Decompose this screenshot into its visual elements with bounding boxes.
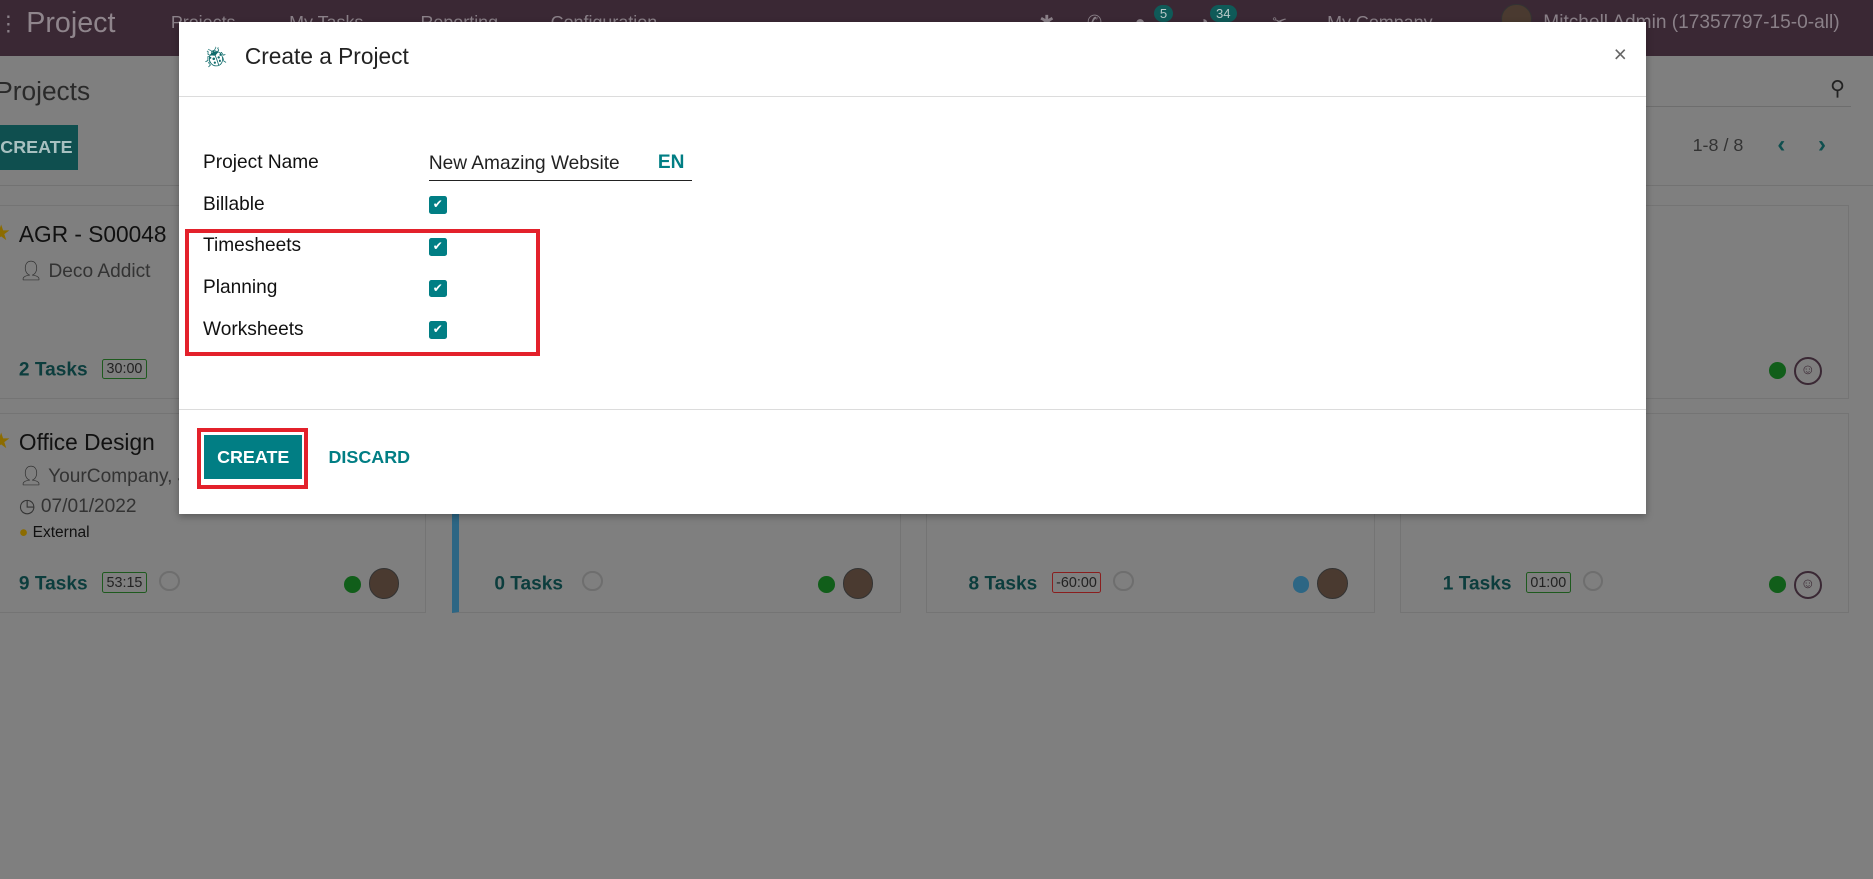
hours-badge: 01:00 <box>1525 572 1571 593</box>
tasks-summary[interactable]: 0 Tasks <box>494 570 603 595</box>
tasks-count: 9 <box>18 573 30 595</box>
pager-value[interactable]: 1-8 / 8 <box>1693 135 1744 156</box>
project-date: ◷ 07/01/2022 <box>19 494 137 518</box>
smile-icon: ☺ <box>1793 356 1822 385</box>
avatar <box>842 567 874 599</box>
bug-icon: 🐞︎ <box>203 47 229 70</box>
close-icon[interactable]: × <box>1614 41 1627 68</box>
tasks-count: 2 <box>18 359 30 381</box>
project-title: AGR - S00048 <box>18 220 167 247</box>
project-title: Office Design <box>18 428 155 455</box>
favorite-star-icon[interactable]: ★ <box>0 429 11 454</box>
avatar <box>368 567 400 599</box>
tasks-label: Tasks <box>1458 573 1512 595</box>
clock-icon[interactable] <box>158 570 180 592</box>
hours-badge: 30:00 <box>101 358 147 380</box>
tasks-count: 8 <box>968 573 980 595</box>
project-customer: 👤︎ YourCompany, J <box>19 464 187 488</box>
search-icon[interactable]: ⚲ <box>1830 76 1845 101</box>
messages-badge: 5 <box>1153 4 1174 23</box>
avatar <box>1316 567 1348 599</box>
app-root: ⋮ Project Projects My Tasks Reporting Co… <box>0 0 1873 879</box>
status-dot[interactable] <box>1769 362 1786 379</box>
dialog-footer-divider <box>179 408 1647 410</box>
project-customer: 👤︎ Deco Addict <box>19 259 151 283</box>
date-value: 07/01/2022 <box>40 496 137 518</box>
project-tag: ● External <box>19 524 90 542</box>
tasks-count: 1 <box>1442 573 1454 595</box>
hours-badge: 53:15 <box>101 572 147 593</box>
dialog-header: 🐞︎ Create a Project × <box>179 22 1647 97</box>
tag-dot-icon: ● <box>18 524 33 542</box>
dialog-title: Create a Project <box>244 43 409 69</box>
status-dot[interactable] <box>344 575 361 593</box>
tasks-label: Tasks <box>984 573 1038 595</box>
clock-icon: ◷ <box>18 496 41 518</box>
tasks-summary[interactable]: 8 Tasks -60:00 <box>968 570 1135 595</box>
create-project-button[interactable]: CREATE <box>0 125 78 170</box>
app-name[interactable]: Project <box>26 7 115 40</box>
favorite-star-icon[interactable]: ★ <box>0 221 11 246</box>
clock-icon[interactable] <box>1582 570 1604 592</box>
hours-badge: -60:00 <box>1051 572 1102 593</box>
tasks-summary[interactable]: 9 Tasks 53:15 <box>18 570 180 595</box>
breadcrumb-title: Projects <box>0 76 91 107</box>
customer-name: YourCompany, J <box>48 466 188 488</box>
language-button[interactable]: EN <box>658 152 685 174</box>
tag-label: External <box>32 524 90 542</box>
create-project-dialog: 🐞︎ Create a Project × Project Name New A… <box>179 21 1647 514</box>
tasks-label: Tasks <box>510 573 564 595</box>
person-icon: 👤︎ <box>18 261 49 282</box>
tasks-summary[interactable]: 1 Tasks 01:00 <box>1442 570 1604 595</box>
tasks-count: 0 <box>494 573 505 595</box>
pager-prev-icon[interactable]: ‹ <box>1777 131 1785 159</box>
tasks-summary[interactable]: 2 Tasks 30:00 <box>18 358 147 382</box>
project-name-value: New Amazing Website <box>428 152 620 174</box>
billable-checkbox[interactable]: ✔ <box>428 195 447 214</box>
customer-name: Deco Addict <box>48 261 151 282</box>
highlight-box <box>185 229 540 356</box>
pager-next-icon[interactable]: › <box>1818 131 1826 159</box>
search-input[interactable] <box>1646 106 1852 108</box>
smile-icon: ☺ <box>1793 570 1822 599</box>
project-name-input[interactable]: New Amazing Website EN <box>428 151 692 182</box>
status-dot[interactable] <box>1769 575 1786 593</box>
apps-menu-icon[interactable]: ⋮ <box>0 12 19 37</box>
person-icon: 👤︎ <box>18 466 49 488</box>
project-name-label: Project Name <box>203 151 319 173</box>
clock-icon[interactable] <box>1113 570 1135 592</box>
status-dot[interactable] <box>818 575 836 593</box>
status-dot[interactable] <box>1292 575 1310 593</box>
activities-badge: 34 <box>1210 4 1237 23</box>
highlight-box <box>197 427 309 489</box>
billable-label: Billable <box>203 193 265 215</box>
discard-button[interactable]: DISCARD <box>328 447 410 468</box>
tasks-label: Tasks <box>34 573 88 595</box>
clock-icon[interactable] <box>582 570 603 592</box>
tasks-label: Tasks <box>34 359 88 381</box>
